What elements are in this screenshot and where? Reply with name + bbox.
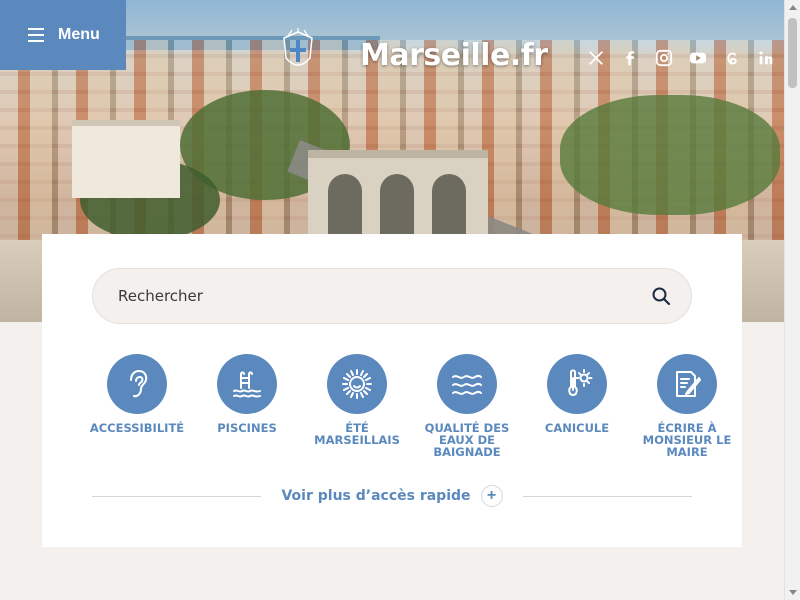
quick-access-label: QUALITÉ DES EAUX DE BAIGNADE (424, 421, 510, 459)
city-emblem-icon[interactable] (276, 28, 320, 76)
sun-icon (327, 354, 387, 414)
divider (92, 495, 262, 497)
menu-label: Menu (58, 26, 100, 43)
menu-button[interactable]: Menu (0, 0, 126, 70)
villa (72, 120, 180, 198)
scroll-down-icon[interactable] (789, 590, 797, 595)
quick-access-label: PISCINES (217, 421, 277, 435)
bridge-arch (328, 174, 362, 234)
bridge-arch (432, 174, 466, 234)
x-icon[interactable] (586, 48, 606, 68)
scroll-up-icon[interactable] (789, 5, 797, 10)
trees (560, 95, 780, 215)
social-links (586, 48, 776, 68)
more-quick-access: Voir plus d’accès rapide + (92, 484, 693, 508)
facebook-icon[interactable] (620, 48, 640, 68)
more-quick-access-button[interactable]: Voir plus d’accès rapide + (261, 485, 522, 507)
linkedin-icon[interactable] (756, 48, 776, 68)
quick-access-canicule[interactable]: CANICULE (522, 354, 632, 458)
quick-access-accessibilite[interactable]: ACCESSIBILITÉ (82, 354, 192, 458)
hamburger-icon (28, 28, 44, 42)
site-logo[interactable]: Marseille.fr (360, 38, 548, 73)
waves-icon (437, 354, 497, 414)
threads-icon[interactable] (722, 48, 742, 68)
divider (522, 495, 693, 497)
bridge-arch (380, 174, 414, 234)
more-quick-access-label: Voir plus d’accès rapide (281, 488, 471, 504)
quick-access-qualite-eaux[interactable]: QUALITÉ DES EAUX DE BAIGNADE (412, 354, 522, 458)
quick-access-label: CANICULE (544, 421, 610, 435)
plus-icon: + (480, 485, 503, 507)
quick-access-label: ÉTÉ MARSEILLAIS (314, 421, 400, 447)
quick-access-piscines[interactable]: PISCINES (192, 354, 302, 458)
write-letter-icon (657, 354, 717, 414)
youtube-icon[interactable] (688, 48, 708, 68)
quick-access-ete-marseillais[interactable]: ÉTÉ MARSEILLAIS (302, 354, 412, 458)
thermometer-sun-icon (547, 354, 607, 414)
quick-access-ecrire-maire[interactable]: ÉCRIRE À MONSIEUR LE MAIRE (632, 354, 742, 458)
search-input[interactable] (118, 287, 651, 305)
quick-access-list: ACCESSIBILITÉ PISCINES ÉTÉ MARSEILLAIS Q… (82, 354, 731, 458)
scrollbar-thumb[interactable] (788, 18, 797, 88)
pool-icon (217, 354, 277, 414)
scrollbar[interactable] (784, 0, 800, 600)
search-icon[interactable] (651, 286, 671, 306)
quick-access-label: ÉCRIRE À MONSIEUR LE MAIRE (642, 421, 732, 459)
instagram-icon[interactable] (654, 48, 674, 68)
search-bar (92, 268, 692, 324)
quick-access-label: ACCESSIBILITÉ (89, 421, 185, 435)
quick-access-card: ACCESSIBILITÉ PISCINES ÉTÉ MARSEILLAIS Q… (42, 234, 742, 547)
bridge (308, 150, 488, 234)
ear-icon (107, 354, 167, 414)
